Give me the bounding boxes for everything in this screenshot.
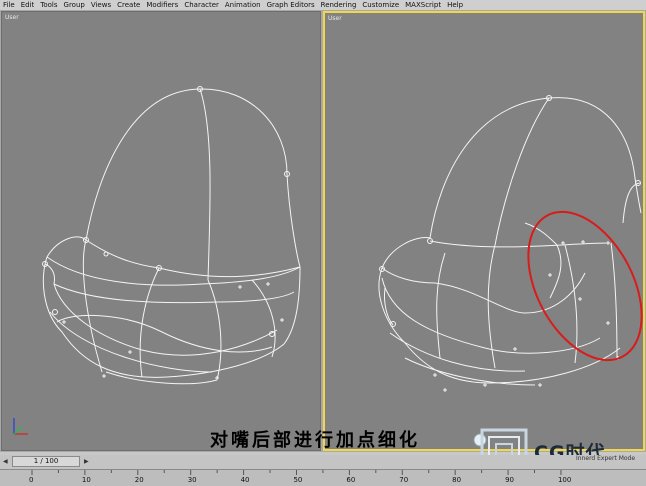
- time-slider-bar: ◀ 1 / 100 ▶: [0, 455, 646, 469]
- menu-item-maxscript[interactable]: MAXScript: [405, 0, 441, 11]
- menu-item-animation[interactable]: Animation: [225, 0, 261, 11]
- prev-frame-icon[interactable]: ◀: [3, 458, 8, 465]
- menu-bar: File Edit Tools Group Views Create Modifiers Ch…: [0, 0, 646, 11]
- ruler-tick-label: 50: [293, 476, 303, 484]
- ruler-tick-label: 90: [505, 476, 514, 484]
- status-text: Innerd Expert Mode: [576, 455, 636, 462]
- ruler-tick-label: 40: [240, 476, 250, 484]
- frame-counter: 1 / 100: [33, 457, 59, 465]
- ruler-tick-label: 100: [557, 476, 572, 484]
- axis-tripod-icon: [13, 418, 28, 435]
- menu-item-group[interactable]: Group: [64, 0, 85, 11]
- viewport-area: User User: [0, 11, 646, 452]
- menu-item-rendering[interactable]: Rendering: [321, 0, 357, 11]
- menu-item-customize[interactable]: Customize: [362, 0, 399, 11]
- menu-item-file[interactable]: File: [3, 0, 15, 11]
- ruler-ticks: [31, 470, 562, 475]
- menu-item-character[interactable]: Character: [184, 0, 219, 11]
- menu-item-modifiers[interactable]: Modifiers: [146, 0, 178, 11]
- menu-item-help[interactable]: Help: [447, 0, 463, 11]
- ruler-tick-label: 20: [134, 476, 144, 484]
- timeline-ruler[interactable]: 0 10 20 30 40 50 60 70 80 90 100: [0, 469, 646, 486]
- ruler-tick-label: 10: [81, 476, 91, 484]
- menu-item-tools[interactable]: Tools: [40, 0, 57, 11]
- wireframe-mesh-right: [378, 95, 643, 392]
- menu-item-edit[interactable]: Edit: [21, 0, 35, 11]
- caption-text: 对嘴后部进行加点细化: [210, 430, 420, 451]
- menu-item-graph-editors[interactable]: Graph Editors: [267, 0, 315, 11]
- highlight-circle: [527, 210, 643, 362]
- ruler-tick-label: 60: [346, 476, 356, 484]
- time-slider[interactable]: 1 / 100: [12, 456, 80, 467]
- viewport-user-left[interactable]: User: [1, 11, 321, 451]
- menu-item-create[interactable]: Create: [117, 0, 140, 11]
- ruler-tick-label: 30: [187, 476, 197, 484]
- wireframe-mesh-left: [42, 86, 301, 385]
- ruler-tick-label: 80: [452, 476, 462, 484]
- menu-item-views[interactable]: Views: [91, 0, 111, 11]
- viewport-user-right-active[interactable]: User: [323, 11, 645, 451]
- ruler-tick-label: 70: [399, 476, 409, 484]
- next-frame-icon[interactable]: ▶: [84, 458, 89, 465]
- ruler-tick-label: 0: [29, 476, 34, 484]
